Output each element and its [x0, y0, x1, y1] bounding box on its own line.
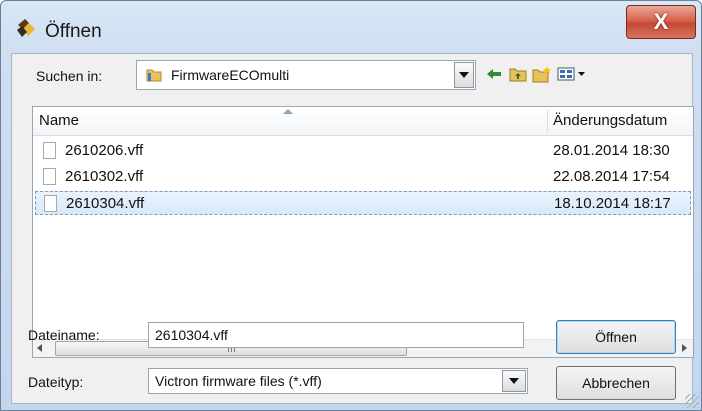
file-row[interactable]: 2610302.vff 22.08.2014 17:54 [35, 165, 691, 189]
up-folder-icon[interactable] [508, 64, 528, 84]
chevron-down-icon [509, 378, 519, 384]
folder-icon [146, 69, 162, 82]
column-header-date[interactable]: Änderungsdatum [553, 112, 667, 129]
look-in-dropdown-button[interactable] [454, 62, 474, 88]
sort-ascending-icon [283, 109, 293, 114]
look-in-label: Suchen in: [36, 68, 103, 84]
resize-grip-icon[interactable] [685, 394, 699, 408]
filetype-dropdown-button[interactable] [502, 370, 526, 392]
column-divider[interactable] [547, 110, 548, 132]
filetype-select[interactable]: Victron firmware files (*.vff) [148, 368, 528, 394]
cancel-button[interactable]: Abbrechen [556, 366, 676, 400]
close-button[interactable]: X [626, 5, 696, 39]
file-date: 22.08.2014 17:54 [553, 168, 670, 185]
file-name: 2610304.vff [66, 195, 145, 212]
file-icon [43, 142, 56, 159]
look-in-value: FirmwareECOmulti [171, 67, 290, 83]
open-dialog: Öffnen X Suchen in: FirmwareECOmulti Nam… [0, 0, 702, 411]
window-title: Öffnen [45, 21, 102, 42]
file-row[interactable]: 2610206.vff 28.01.2014 18:30 [35, 139, 691, 163]
filename-value: 2610304.vff [155, 327, 228, 343]
filename-label: Dateiname: [28, 327, 100, 343]
scroll-left-icon[interactable] [37, 344, 42, 352]
new-folder-icon[interactable] [532, 64, 552, 84]
file-name: 2610206.vff [65, 142, 144, 159]
file-row-selected[interactable]: 2610304.vff 18.10.2014 18:17 [35, 191, 691, 215]
view-menu-icon[interactable] [556, 64, 590, 84]
filetype-label: Dateityp: [28, 374, 84, 390]
title-bar[interactable]: Öffnen X [1, 1, 701, 55]
file-name: 2610302.vff [65, 168, 144, 185]
chevron-down-icon [459, 72, 469, 78]
column-header-name[interactable]: Name [39, 112, 79, 129]
file-date: 18.10.2014 18:17 [554, 195, 671, 212]
back-arrow-icon[interactable] [484, 64, 504, 84]
dialog-body: Suchen in: FirmwareECOmulti Name Änderun… [11, 53, 694, 404]
filetype-value: Victron firmware files (*.vff) [155, 373, 322, 389]
open-button[interactable]: Öffnen [556, 320, 676, 354]
filename-field[interactable]: 2610304.vff [148, 322, 524, 348]
file-date: 28.01.2014 18:30 [553, 142, 670, 159]
scroll-right-icon[interactable] [682, 344, 687, 352]
file-icon [43, 168, 56, 185]
look-in-combobox[interactable]: FirmwareECOmulti [136, 60, 476, 90]
app-icon [17, 19, 35, 37]
file-list-header: Name Änderungsdatum [33, 107, 693, 136]
file-icon [44, 195, 57, 212]
